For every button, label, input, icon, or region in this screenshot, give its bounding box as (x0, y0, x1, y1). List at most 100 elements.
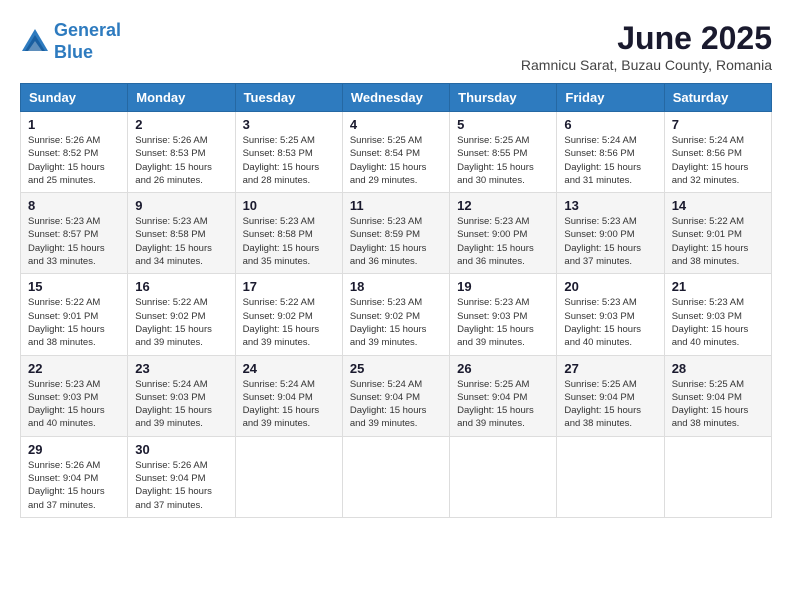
calendar-day-cell: 12 Sunrise: 5:23 AM Sunset: 9:00 PM Dayli… (450, 193, 557, 274)
day-info: Sunrise: 5:23 AM Sunset: 8:58 PM Dayligh… (135, 215, 227, 268)
calendar-day-cell: 7Sunrise: 5:24 AM Sunset: 8:56 PM Daylig… (664, 112, 771, 193)
day-number: 25 (350, 361, 442, 376)
day-info: Sunrise: 5:23 AM Sunset: 9:03 PM Dayligh… (672, 296, 764, 349)
day-info: Sunrise: 5:24 AM Sunset: 9:04 PM Dayligh… (350, 378, 442, 431)
day-info: Sunrise: 5:26 AM Sunset: 8:53 PM Dayligh… (135, 134, 227, 187)
calendar-day-cell: 1Sunrise: 5:26 AM Sunset: 8:52 PM Daylig… (21, 112, 128, 193)
calendar-header-row: SundayMondayTuesdayWednesdayThursdayFrid… (21, 84, 772, 112)
day-number: 14 (672, 198, 764, 213)
day-number: 3 (243, 117, 335, 132)
day-number: 23 (135, 361, 227, 376)
day-number: 15 (28, 279, 120, 294)
calendar-header-sunday: Sunday (21, 84, 128, 112)
day-number: 29 (28, 442, 120, 457)
calendar-week-row: 29 Sunrise: 5:26 AM Sunset: 9:04 PM Dayli… (21, 436, 772, 517)
day-number: 12 (457, 198, 549, 213)
day-info: Sunrise: 5:24 AM Sunset: 9:03 PM Dayligh… (135, 378, 227, 431)
day-number: 11 (350, 198, 442, 213)
day-info: Sunrise: 5:23 AM Sunset: 9:03 PM Dayligh… (28, 378, 120, 431)
calendar-day-cell: 17 Sunrise: 5:22 AM Sunset: 9:02 PM Dayli… (235, 274, 342, 355)
page-subtitle: Ramnicu Sarat, Buzau County, Romania (521, 57, 772, 73)
day-number: 18 (350, 279, 442, 294)
day-number: 4 (350, 117, 442, 132)
calendar-day-cell: 15 Sunrise: 5:22 AM Sunset: 9:01 PM Dayli… (21, 274, 128, 355)
day-info: Sunrise: 5:23 AM Sunset: 9:03 PM Dayligh… (564, 296, 656, 349)
calendar-header-wednesday: Wednesday (342, 84, 449, 112)
calendar-day-cell: 30Sunrise: 5:26 AM Sunset: 9:04 PM Dayli… (128, 436, 235, 517)
calendar-day-cell: 29 Sunrise: 5:26 AM Sunset: 9:04 PM Dayli… (21, 436, 128, 517)
day-info: Sunrise: 5:23 AM Sunset: 9:02 PM Dayligh… (350, 296, 442, 349)
calendar-week-row: 8Sunrise: 5:23 AM Sunset: 8:57 PM Daylig… (21, 193, 772, 274)
calendar-header-friday: Friday (557, 84, 664, 112)
calendar-day-cell: 4 Sunrise: 5:25 AM Sunset: 8:54 PM Daylig… (342, 112, 449, 193)
day-number: 9 (135, 198, 227, 213)
day-number: 24 (243, 361, 335, 376)
calendar-header-thursday: Thursday (450, 84, 557, 112)
day-info: Sunrise: 5:25 AM Sunset: 9:04 PM Dayligh… (672, 378, 764, 431)
day-number: 5 (457, 117, 549, 132)
calendar-day-cell: 23 Sunrise: 5:24 AM Sunset: 9:03 PM Dayli… (128, 355, 235, 436)
calendar-empty-cell (235, 436, 342, 517)
day-info: Sunrise: 5:25 AM Sunset: 9:04 PM Dayligh… (457, 378, 549, 431)
day-number: 13 (564, 198, 656, 213)
day-number: 21 (672, 279, 764, 294)
day-number: 1 (28, 117, 120, 132)
day-number: 27 (564, 361, 656, 376)
calendar-week-row: 15 Sunrise: 5:22 AM Sunset: 9:01 PM Dayli… (21, 274, 772, 355)
day-number: 17 (243, 279, 335, 294)
day-info: Sunrise: 5:23 AM Sunset: 8:57 PM Dayligh… (28, 215, 120, 268)
calendar-empty-cell (342, 436, 449, 517)
calendar-empty-cell (557, 436, 664, 517)
page-title: June 2025 (521, 20, 772, 57)
calendar-day-cell: 24 Sunrise: 5:24 AM Sunset: 9:04 PM Dayli… (235, 355, 342, 436)
day-number: 10 (243, 198, 335, 213)
calendar-day-cell: 11 Sunrise: 5:23 AM Sunset: 8:59 PM Dayli… (342, 193, 449, 274)
day-info: Sunrise: 5:22 AM Sunset: 9:01 PM Dayligh… (28, 296, 120, 349)
calendar-day-cell: 28 Sunrise: 5:25 AM Sunset: 9:04 PM Dayli… (664, 355, 771, 436)
title-area: June 2025 Ramnicu Sarat, Buzau County, R… (521, 20, 772, 73)
calendar-day-cell: 18 Sunrise: 5:23 AM Sunset: 9:02 PM Dayli… (342, 274, 449, 355)
day-number: 26 (457, 361, 549, 376)
day-info: Sunrise: 5:25 AM Sunset: 8:53 PM Dayligh… (243, 134, 335, 187)
calendar-day-cell: 26 Sunrise: 5:25 AM Sunset: 9:04 PM Dayli… (450, 355, 557, 436)
calendar-day-cell: 5Sunrise: 5:25 AM Sunset: 8:55 PM Daylig… (450, 112, 557, 193)
logo-text: General Blue (54, 20, 121, 63)
calendar-week-row: 22Sunrise: 5:23 AM Sunset: 9:03 PM Dayli… (21, 355, 772, 436)
day-info: Sunrise: 5:22 AM Sunset: 9:02 PM Dayligh… (135, 296, 227, 349)
day-info: Sunrise: 5:22 AM Sunset: 9:02 PM Dayligh… (243, 296, 335, 349)
day-info: Sunrise: 5:23 AM Sunset: 9:00 PM Dayligh… (564, 215, 656, 268)
calendar-week-row: 1Sunrise: 5:26 AM Sunset: 8:52 PM Daylig… (21, 112, 772, 193)
day-number: 19 (457, 279, 549, 294)
calendar-day-cell: 8Sunrise: 5:23 AM Sunset: 8:57 PM Daylig… (21, 193, 128, 274)
calendar-day-cell: 27 Sunrise: 5:25 AM Sunset: 9:04 PM Dayli… (557, 355, 664, 436)
logo-icon (20, 27, 50, 57)
calendar-day-cell: 2Sunrise: 5:26 AM Sunset: 8:53 PM Daylig… (128, 112, 235, 193)
calendar-header-tuesday: Tuesday (235, 84, 342, 112)
calendar-day-cell: 6 Sunrise: 5:24 AM Sunset: 8:56 PM Daylig… (557, 112, 664, 193)
calendar-day-cell: 20Sunrise: 5:23 AM Sunset: 9:03 PM Dayli… (557, 274, 664, 355)
day-info: Sunrise: 5:26 AM Sunset: 9:04 PM Dayligh… (135, 459, 227, 512)
day-number: 28 (672, 361, 764, 376)
day-info: Sunrise: 5:25 AM Sunset: 8:54 PM Dayligh… (350, 134, 442, 187)
calendar-day-cell: 10 Sunrise: 5:23 AM Sunset: 8:58 PM Dayli… (235, 193, 342, 274)
day-info: Sunrise: 5:22 AM Sunset: 9:01 PM Dayligh… (672, 215, 764, 268)
calendar-day-cell: 13 Sunrise: 5:23 AM Sunset: 9:00 PM Dayli… (557, 193, 664, 274)
calendar-day-cell: 16 Sunrise: 5:22 AM Sunset: 9:02 PM Dayli… (128, 274, 235, 355)
day-info: Sunrise: 5:24 AM Sunset: 8:56 PM Dayligh… (564, 134, 656, 187)
day-info: Sunrise: 5:23 AM Sunset: 8:59 PM Dayligh… (350, 215, 442, 268)
calendar-header-saturday: Saturday (664, 84, 771, 112)
day-info: Sunrise: 5:23 AM Sunset: 9:00 PM Dayligh… (457, 215, 549, 268)
calendar-day-cell: 14 Sunrise: 5:22 AM Sunset: 9:01 PM Dayli… (664, 193, 771, 274)
day-number: 7 (672, 117, 764, 132)
day-info: Sunrise: 5:26 AM Sunset: 9:04 PM Dayligh… (28, 459, 120, 512)
calendar-day-cell: 9 Sunrise: 5:23 AM Sunset: 8:58 PM Daylig… (128, 193, 235, 274)
day-number: 6 (564, 117, 656, 132)
day-info: Sunrise: 5:24 AM Sunset: 9:04 PM Dayligh… (243, 378, 335, 431)
logo: General Blue (20, 20, 121, 63)
day-number: 16 (135, 279, 227, 294)
calendar-day-cell: 22Sunrise: 5:23 AM Sunset: 9:03 PM Dayli… (21, 355, 128, 436)
page-header: General Blue June 2025 Ramnicu Sarat, Bu… (20, 20, 772, 73)
day-info: Sunrise: 5:25 AM Sunset: 9:04 PM Dayligh… (564, 378, 656, 431)
calendar-day-cell: 3 Sunrise: 5:25 AM Sunset: 8:53 PM Daylig… (235, 112, 342, 193)
day-info: Sunrise: 5:23 AM Sunset: 8:58 PM Dayligh… (243, 215, 335, 268)
